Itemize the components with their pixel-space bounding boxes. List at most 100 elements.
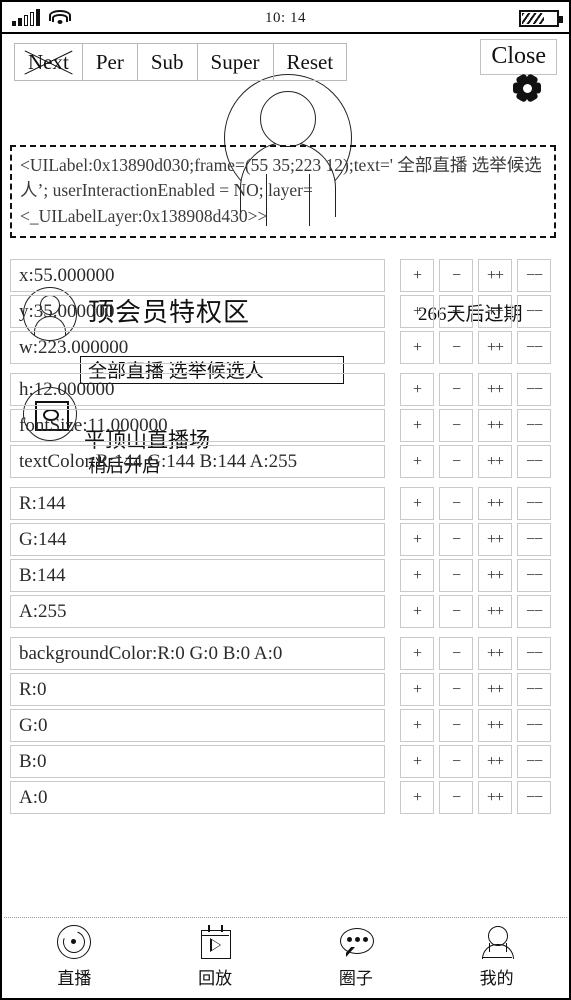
stepper-increment-button[interactable]: + xyxy=(400,331,434,364)
close-button[interactable]: Close xyxy=(480,39,557,75)
stepper-decrement-button[interactable]: − xyxy=(439,487,473,520)
stepper-increment-button[interactable]: + xyxy=(400,487,434,520)
stepper-increment-large-button[interactable]: ++ xyxy=(478,409,512,442)
stepper-decrement-button[interactable]: − xyxy=(439,331,473,364)
stepper-decrement-button[interactable]: − xyxy=(439,523,473,556)
stepper-increment-large-button[interactable]: ++ xyxy=(478,487,512,520)
sub-button[interactable]: Sub xyxy=(138,44,198,81)
property-row[interactable]: B:0 xyxy=(10,745,385,778)
stepper-increment-large-button[interactable]: ++ xyxy=(478,559,512,592)
stepper-decrement-large-button[interactable]: −− xyxy=(517,373,551,406)
bottom-tab-bar: 直播 回放 圈子 我的 xyxy=(4,917,567,996)
per-button[interactable]: Per xyxy=(83,44,138,81)
stepper-increment-large-button[interactable]: ++ xyxy=(478,595,512,628)
stepper-decrement-large-button[interactable]: −− xyxy=(517,409,551,442)
stepper-decrement-large-button[interactable]: −− xyxy=(517,259,551,292)
property-row[interactable]: G:0 xyxy=(10,709,385,742)
stepper-increment-large-button[interactable]: ++ xyxy=(478,637,512,670)
tab-profile-label: 我的 xyxy=(479,969,514,988)
stepper-decrement-button[interactable]: − xyxy=(439,259,473,292)
stepper-increment-button[interactable]: + xyxy=(400,745,434,778)
stepper-decrement-button[interactable]: − xyxy=(439,709,473,742)
stepper-decrement-button[interactable]: − xyxy=(439,595,473,628)
stepper-increment-button[interactable]: + xyxy=(400,637,434,670)
stepper-increment-large-button[interactable]: ++ xyxy=(478,259,512,292)
stepper-decrement-button[interactable]: − xyxy=(439,637,473,670)
stepper-decrement-large-button[interactable]: −− xyxy=(517,595,551,628)
property-row[interactable]: R:0 xyxy=(10,673,385,706)
stepper-increment-button[interactable]: + xyxy=(400,523,434,556)
stepper-increment-button[interactable]: + xyxy=(400,373,434,406)
stepper-increment-large-button[interactable]: ++ xyxy=(478,745,512,778)
stepper-decrement-large-button[interactable]: −− xyxy=(517,673,551,706)
tab-live[interactable]: 直播 xyxy=(4,925,145,989)
property-row[interactable]: textColor:R:144 G:144 B:144 A:255 xyxy=(10,445,385,478)
stepper-decrement-large-button[interactable]: −− xyxy=(517,487,551,520)
stepper-grid: + + + + + + + + + + + + + + + − − − − − − − − − − − − − − − ++ ++ ++ ++ ++… xyxy=(400,259,551,814)
property-list: x:55.000000 y:35.000000 w:223.000000 h:12.0… xyxy=(10,259,385,817)
property-row[interactable]: R:144 xyxy=(10,487,385,520)
stepper-decrement-large-button[interactable]: −− xyxy=(517,559,551,592)
stepper-decrement-large-button[interactable]: −− xyxy=(517,523,551,556)
property-row[interactable]: G:144 xyxy=(10,523,385,556)
replay-icon xyxy=(197,925,233,959)
stepper-column-decrement-large: −− −− −− −− −− −− −− −− −− −− −− −− −− −− −− xyxy=(517,259,551,814)
stepper-decrement-large-button[interactable]: −− xyxy=(517,745,551,778)
stepper-increment-large-button[interactable]: ++ xyxy=(478,331,512,364)
tab-profile[interactable]: 我的 xyxy=(426,925,567,989)
stepper-decrement-button[interactable]: − xyxy=(439,295,473,328)
property-row[interactable]: x:55.000000 xyxy=(10,259,385,292)
stepper-increment-large-button[interactable]: ++ xyxy=(478,445,512,478)
stepper-decrement-large-button[interactable]: −− xyxy=(517,331,551,364)
stepper-decrement-large-button[interactable]: −− xyxy=(517,445,551,478)
profile-icon xyxy=(479,925,515,959)
property-row[interactable]: fontSize:11.000000 xyxy=(10,409,385,442)
stepper-column-increment: + + + + + + + + + + + + + + + xyxy=(400,259,434,814)
stepper-increment-large-button[interactable]: ++ xyxy=(478,781,512,814)
stepper-decrement-large-button[interactable]: −− xyxy=(517,781,551,814)
stepper-decrement-button[interactable]: − xyxy=(439,559,473,592)
super-button[interactable]: Super xyxy=(198,44,274,81)
property-row[interactable]: h:12.000000 xyxy=(10,373,385,406)
reset-button[interactable]: Reset xyxy=(274,44,347,80)
gear-icon[interactable] xyxy=(513,73,541,103)
next-button[interactable]: Next xyxy=(15,44,83,81)
stepper-increment-button[interactable]: + xyxy=(400,709,434,742)
stepper-increment-button[interactable]: + xyxy=(400,295,434,328)
stepper-increment-large-button[interactable]: ++ xyxy=(478,373,512,406)
stepper-increment-large-button[interactable]: ++ xyxy=(478,523,512,556)
stepper-increment-large-button[interactable]: ++ xyxy=(478,673,512,706)
battery-icon xyxy=(519,9,563,27)
stepper-decrement-large-button[interactable]: −− xyxy=(517,295,551,328)
stepper-decrement-button[interactable]: − xyxy=(439,781,473,814)
inspector-toolbar: Next Per Sub Super Reset Close xyxy=(2,34,569,103)
property-row[interactable]: A:255 xyxy=(10,595,385,628)
stepper-increment-button[interactable]: + xyxy=(400,781,434,814)
stepper-column-decrement: − − − − − − − − − − − − − − − xyxy=(439,259,473,814)
stepper-decrement-button[interactable]: − xyxy=(439,409,473,442)
stepper-increment-button[interactable]: + xyxy=(400,673,434,706)
stepper-increment-button[interactable]: + xyxy=(400,559,434,592)
property-row[interactable]: B:144 xyxy=(10,559,385,592)
stepper-increment-button[interactable]: + xyxy=(400,445,434,478)
stepper-decrement-button[interactable]: − xyxy=(439,745,473,778)
stepper-increment-large-button[interactable]: ++ xyxy=(478,709,512,742)
stepper-increment-button[interactable]: + xyxy=(400,409,434,442)
stepper-decrement-large-button[interactable]: −− xyxy=(517,709,551,742)
tab-replay[interactable]: 回放 xyxy=(145,925,286,989)
tab-circle[interactable]: 圈子 xyxy=(286,925,427,989)
tab-circle-label: 圈子 xyxy=(338,969,373,988)
property-row[interactable]: y:35.000000 xyxy=(10,295,385,328)
stepper-decrement-button[interactable]: − xyxy=(439,373,473,406)
property-row[interactable]: w:223.000000 xyxy=(10,331,385,364)
stepper-column-increment-large: ++ ++ ++ ++ ++ ++ ++ ++ ++ ++ ++ ++ ++ ++ ++ xyxy=(478,259,512,814)
stepper-decrement-button[interactable]: − xyxy=(439,673,473,706)
circle-icon xyxy=(338,925,374,959)
stepper-decrement-large-button[interactable]: −− xyxy=(517,637,551,670)
stepper-decrement-button[interactable]: − xyxy=(439,445,473,478)
stepper-increment-large-button[interactable]: ++ xyxy=(478,295,512,328)
stepper-increment-button[interactable]: + xyxy=(400,259,434,292)
property-row[interactable]: backgroundColor:R:0 G:0 B:0 A:0 xyxy=(10,637,385,670)
stepper-increment-button[interactable]: + xyxy=(400,595,434,628)
property-row[interactable]: A:0 xyxy=(10,781,385,814)
